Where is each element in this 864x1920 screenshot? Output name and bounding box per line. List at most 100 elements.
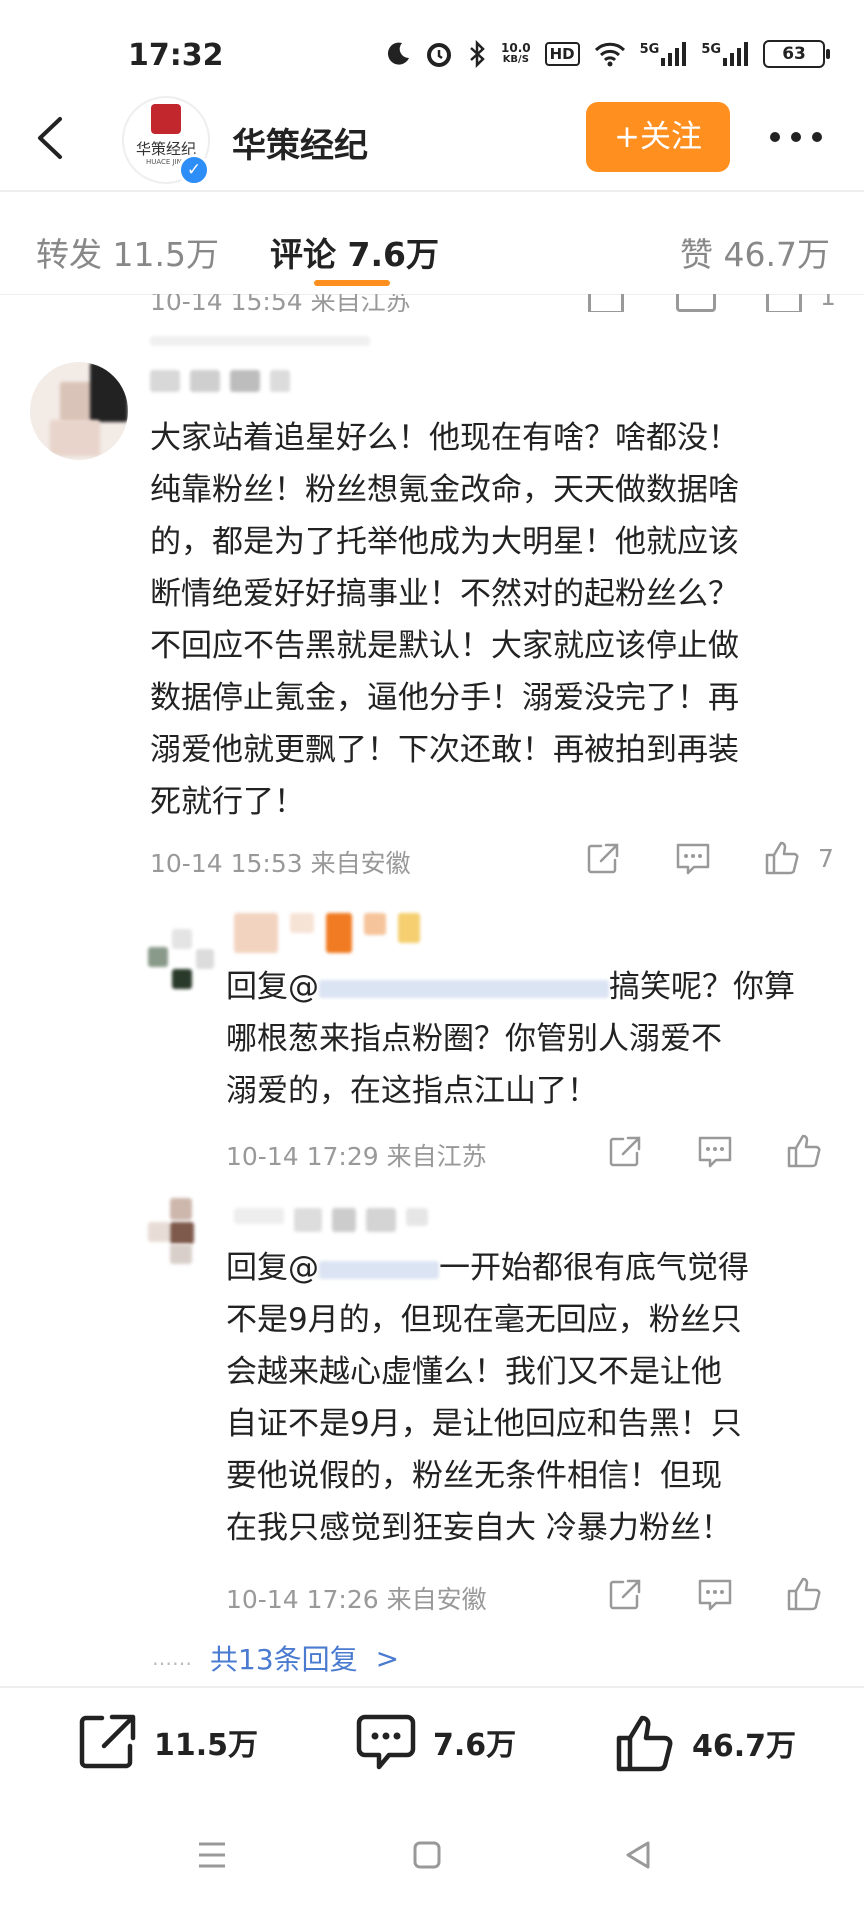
reply-line: 会越来越心虚懂么！我们又不是让他 — [226, 1354, 722, 1390]
signal-2: 5G — [701, 42, 749, 66]
follow-button[interactable]: +关注 — [586, 102, 730, 172]
username-blurred — [150, 336, 370, 346]
reply-line: 不是9月的，但现在毫无回应，粉丝只 — [226, 1302, 742, 1338]
mention-blurred[interactable] — [319, 979, 609, 998]
comment-line: 的，都是为了托举他成为大明星！他就应该 — [150, 524, 739, 560]
comment-icon[interactable] — [674, 842, 712, 876]
network-type-2: 5G — [701, 42, 722, 57]
comment-icon — [356, 1714, 416, 1770]
avatar[interactable] — [148, 1198, 216, 1266]
signal-icon — [723, 42, 749, 66]
repost-button[interactable]: 11.5万 — [76, 1712, 258, 1772]
verified-icon: ✓ — [178, 154, 210, 186]
mention-blurred[interactable] — [319, 1260, 439, 1279]
reply-meta: 10-14 17:29 来自江苏 — [226, 1137, 487, 1173]
reply-date: 10-14 17:29 — [226, 1142, 379, 1171]
comment-icon[interactable] — [696, 1578, 734, 1612]
comment-like-count: 1 — [820, 294, 836, 311]
bluetooth-icon — [470, 40, 485, 68]
username-blurred-blocks — [234, 1208, 428, 1232]
repost-count: 11.5万 — [154, 1728, 259, 1763]
share-icon[interactable] — [608, 1578, 642, 1610]
back-triangle-icon[interactable] — [624, 1840, 652, 1870]
reply-prefix: 回复@ — [226, 1250, 319, 1286]
tab-repost[interactable]: 转发 11.5万 — [36, 228, 219, 276]
thumb-up-icon[interactable] — [786, 1576, 822, 1612]
reply-item: 回复@ 一开始都很有底气觉得 不是9月的，但现在毫无回应，粉丝只 会越来越心虚懂么… — [0, 1188, 864, 1618]
more-replies-dots: …… — [152, 1646, 192, 1670]
comment-line: 数据停止氪金，逼他分手！溺爱没完了！再 — [150, 680, 739, 716]
signal-1: 5G — [640, 42, 688, 66]
reply-line-tail: 搞笑呢？你算 — [609, 969, 795, 1005]
reply-text: 回复@ 搞笑呢？你算 哪根葱来指点粉圈？你管别人溺爱不 溺爱的，在这指点江山了！ — [226, 961, 795, 1117]
logo-mark — [151, 104, 181, 134]
reply-line: 自证不是9月，是让他回应和告黑！只 — [226, 1406, 742, 1442]
comment-text: 大家站着追星好么！他现在有啥？啥都没！ 纯靠粉丝！粉丝想氪金改命，天天做数据啥 … — [150, 412, 739, 828]
more-replies-label: 共13条回复 — [210, 1643, 358, 1676]
menu-icon[interactable] — [196, 1840, 228, 1870]
comment-line: 不回应不告黑就是默认！大家就应该停止做 — [150, 628, 739, 664]
account-name[interactable]: 华策经纪 — [232, 118, 368, 167]
reply-location: 来自江苏 — [386, 1142, 487, 1171]
like-button[interactable]: 46.7万 — [614, 1712, 796, 1774]
thumb-up-icon — [616, 1715, 673, 1772]
reply-line-1: 回复@ 搞笑呢？你算 — [226, 961, 795, 1013]
comment-line: 纯靠粉丝！粉丝想氪金改命，天天做数据啥 — [150, 472, 739, 508]
reply-line-1: 回复@ 一开始都很有底气觉得 — [226, 1242, 749, 1294]
avatar[interactable] — [148, 929, 216, 997]
comment-line: 断情绝爱好好搞事业！不然对的起粉丝么？ — [150, 576, 739, 612]
share-icon[interactable] — [588, 294, 624, 312]
reply-line: 溺爱的，在这指点江山了！ — [226, 1073, 598, 1109]
comment-meta: 10-14 15:53 来自安徽 — [150, 844, 411, 880]
network-type-1: 5G — [639, 42, 660, 57]
reply-prefix: 回复@ — [226, 969, 319, 1005]
reply-item: 回复@ 搞笑呢？你算 哪根葱来指点粉圈？你管别人溺爱不 溺爱的，在这指点江山了！ … — [0, 905, 864, 1171]
share-icon — [79, 1714, 136, 1769]
reply-line-tail: 一开始都很有底气觉得 — [439, 1250, 749, 1286]
tab-comment[interactable]: 评论 7.6万 — [270, 228, 439, 276]
thumb-up-icon[interactable] — [764, 840, 800, 876]
comment-line: 溺爱他就更飘了！下次还敢！再被拍到再装 — [150, 732, 739, 768]
comment-icon[interactable] — [696, 1135, 734, 1169]
battery-icon: 63 — [763, 40, 831, 68]
bottom-divider — [0, 1686, 864, 1688]
more-replies-link[interactable]: …… 共13条回复 > — [152, 1638, 399, 1678]
comment-date: 10-14 15:54 — [150, 294, 303, 312]
status-icons: 10.0 KB/S HD 5G 5G 63 — [385, 40, 831, 68]
hd-badge: HD — [544, 42, 580, 66]
home-icon[interactable] — [412, 1840, 442, 1870]
comment-count: 7.6万 — [433, 1728, 517, 1763]
chevron-right-icon: > — [375, 1641, 400, 1675]
username-blurred-blocks — [234, 913, 420, 953]
comment-line: 死就行了！ — [150, 784, 305, 820]
tab-active-indicator — [314, 280, 390, 286]
header-divider — [0, 190, 864, 192]
network-speed: 10.0 KB/S — [501, 42, 531, 66]
reply-text: 回复@ 一开始都很有底气觉得 不是9月的，但现在毫无回应，粉丝只 会越来越心虚懂么… — [226, 1242, 749, 1554]
reply-location: 来自安徽 — [386, 1585, 487, 1614]
comment-button[interactable]: 7.6万 — [355, 1712, 516, 1772]
wifi-icon — [594, 42, 625, 67]
reply-line: 在我只感觉到狂妄自大 冷暴力粉丝！ — [226, 1510, 732, 1546]
comment-line: 大家站着追星好么！他现在有啥？啥都没！ — [150, 420, 739, 456]
partial-comment: 10-14 15:54 来自江苏 1 — [0, 294, 864, 312]
reply-meta: 10-14 17:26 来自安徽 — [226, 1580, 487, 1616]
more-options-icon[interactable] — [770, 122, 826, 152]
thumb-up-icon[interactable] — [786, 1133, 822, 1169]
network-speed-value: 10.0 — [501, 41, 531, 55]
tab-like[interactable]: 赞 46.7万 — [680, 228, 830, 276]
share-icon[interactable] — [586, 842, 620, 874]
comment-location: 来自江苏 — [310, 294, 411, 312]
reply-line: 哪根葱来指点粉圈？你管别人溺爱不 — [226, 1021, 722, 1057]
comment-like-count: 7 — [818, 844, 834, 873]
share-icon[interactable] — [608, 1135, 642, 1167]
back-arrow-icon[interactable] — [30, 115, 70, 161]
comment-icon[interactable] — [676, 294, 716, 312]
comment-meta: 10-14 15:54 来自江苏 — [150, 294, 411, 312]
avatar[interactable] — [30, 362, 128, 460]
username-blurred-blocks — [150, 370, 290, 392]
thumb-up-icon[interactable] — [766, 294, 802, 312]
moon-icon — [387, 42, 409, 65]
comment-location: 来自安徽 — [310, 849, 411, 878]
reply-line: 要他说假的，粉丝无条件相信！但现 — [226, 1458, 722, 1494]
